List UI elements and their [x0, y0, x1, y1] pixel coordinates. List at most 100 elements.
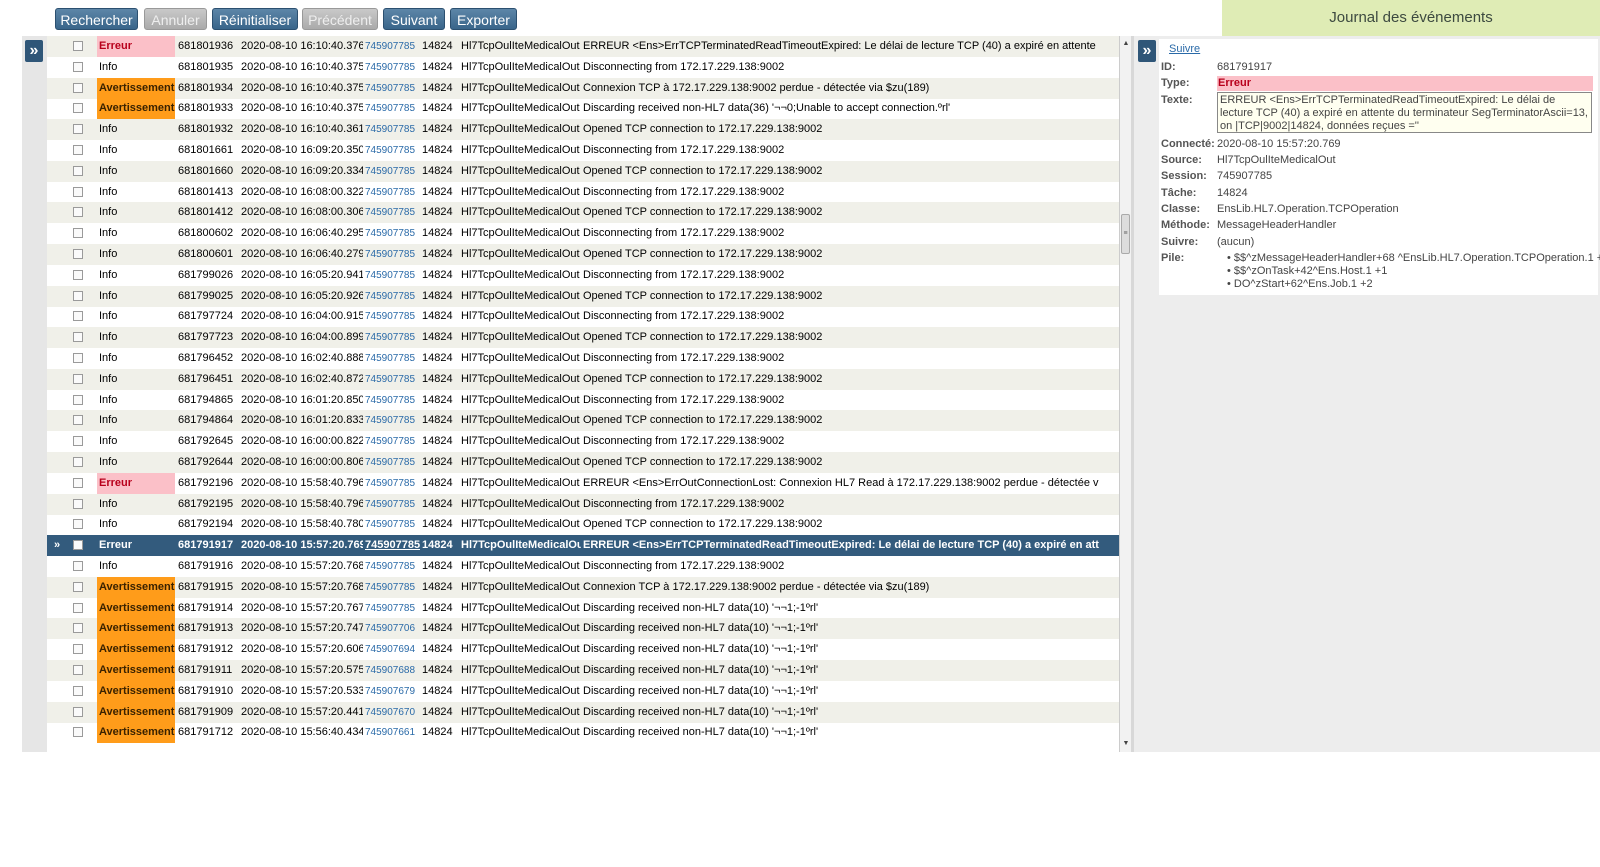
row-checkbox[interactable] [73, 311, 83, 321]
row-checkbox-cell[interactable] [67, 140, 97, 161]
row-checkbox-cell[interactable] [67, 702, 97, 723]
row-checkbox-cell[interactable] [67, 57, 97, 78]
row-checkbox-cell[interactable] [67, 473, 97, 494]
row-checkbox-cell[interactable] [67, 390, 97, 411]
row-session-link[interactable]: 745907785 [365, 390, 420, 411]
row-session-link[interactable]: 745907785 [365, 598, 420, 619]
row-session-link[interactable]: 745907785 [365, 556, 420, 577]
row-checkbox[interactable] [73, 727, 83, 737]
row-checkbox[interactable] [73, 540, 83, 550]
row-checkbox-cell[interactable] [67, 639, 97, 660]
row-checkbox[interactable] [73, 499, 83, 509]
table-row[interactable]: Info 681801935 2020-08-10 16:10:40.375 7459… [47, 57, 1119, 78]
row-checkbox-cell[interactable] [67, 306, 97, 327]
row-session-link[interactable]: 745907706 [365, 618, 420, 639]
row-checkbox-cell[interactable] [67, 182, 97, 203]
row-session-link[interactable]: 745907785 [365, 140, 420, 161]
row-checkbox-cell[interactable] [67, 556, 97, 577]
table-row[interactable]: Info 681791916 2020-08-10 15:57:20.768 7459… [47, 556, 1119, 577]
row-checkbox[interactable] [73, 291, 83, 301]
row-session-link[interactable]: 745907785 [365, 306, 420, 327]
row-checkbox-cell[interactable] [67, 722, 97, 743]
search-button[interactable]: Rechercher [55, 8, 138, 30]
row-checkbox[interactable] [73, 124, 83, 134]
row-checkbox-cell[interactable] [67, 410, 97, 431]
row-checkbox[interactable] [73, 332, 83, 342]
table-row[interactable]: Info 681796451 2020-08-10 16:02:40.872 7459… [47, 369, 1119, 390]
row-session-link[interactable]: 745907785 [365, 265, 420, 286]
row-session-link[interactable]: 745907785 [365, 78, 420, 99]
row-session-link[interactable]: 745907785 [365, 431, 420, 452]
row-checkbox[interactable] [73, 145, 83, 155]
table-row[interactable]: Info 681801412 2020-08-10 16:08:00.306 7459… [47, 202, 1119, 223]
row-checkbox[interactable] [73, 207, 83, 217]
row-checkbox[interactable] [73, 603, 83, 613]
table-row[interactable]: Info 681800602 2020-08-10 16:06:40.295 7459… [47, 223, 1119, 244]
row-checkbox[interactable] [73, 436, 83, 446]
table-row[interactable]: Avertissement 681791913 2020-08-10 15:57:2… [47, 618, 1119, 639]
row-checkbox-cell[interactable] [67, 78, 97, 99]
row-session-link[interactable]: 745907679 [365, 681, 420, 702]
row-checkbox-cell[interactable] [67, 98, 97, 119]
table-row[interactable]: Info 681801932 2020-08-10 16:10:40.361 7459… [47, 119, 1119, 140]
row-session-link[interactable]: 745907688 [365, 660, 420, 681]
row-checkbox[interactable] [73, 561, 83, 571]
table-row[interactable]: Info 681801660 2020-08-10 16:09:20.334 7459… [47, 161, 1119, 182]
table-row[interactable]: Avertissement 681801933 2020-08-10 16:10:4… [47, 98, 1119, 119]
table-row[interactable]: Erreur 681801936 2020-08-10 16:10:40.376 74… [47, 36, 1119, 57]
row-session-link[interactable]: 745907785 [365, 473, 420, 494]
row-session-link[interactable]: 745907785 [365, 327, 420, 348]
next-button[interactable]: Suivant [383, 8, 445, 30]
row-session-link[interactable]: 745907785 [365, 161, 420, 182]
row-checkbox-cell[interactable] [67, 535, 97, 556]
row-checkbox[interactable] [73, 665, 83, 675]
row-session-link[interactable]: 745907785 [365, 410, 420, 431]
table-row[interactable]: Info 681792645 2020-08-10 16:00:00.822 7459… [47, 431, 1119, 452]
row-checkbox[interactable] [73, 166, 83, 176]
table-row[interactable]: Info 681801413 2020-08-10 16:08:00.322 7459… [47, 182, 1119, 203]
row-session-link[interactable]: 745907785 [365, 223, 420, 244]
table-row-selected[interactable]: » Erreur 681791917 2020-08-10 15:57:20.769 7… [47, 535, 1119, 556]
follow-link[interactable]: Suivre [1169, 43, 1200, 55]
row-checkbox[interactable] [73, 686, 83, 696]
table-row[interactable]: Avertissement 681791914 2020-08-10 15:57:2… [47, 598, 1119, 619]
table-row[interactable]: Info 681796452 2020-08-10 16:02:40.888 7459… [47, 348, 1119, 369]
row-checkbox-cell[interactable] [67, 161, 97, 182]
row-checkbox[interactable] [73, 374, 83, 384]
row-checkbox[interactable] [73, 707, 83, 717]
table-row[interactable]: Info 681799026 2020-08-10 16:05:20.941 7459… [47, 265, 1119, 286]
table-row[interactable]: Info 681792644 2020-08-10 16:00:00.806 7459… [47, 452, 1119, 473]
row-session-link[interactable]: 745907785 [365, 535, 420, 556]
row-checkbox-cell[interactable] [67, 514, 97, 535]
row-checkbox[interactable] [73, 395, 83, 405]
row-checkbox-cell[interactable] [67, 577, 97, 598]
table-row[interactable]: Info 681800601 2020-08-10 16:06:40.279 7459… [47, 244, 1119, 265]
row-checkbox-cell[interactable] [67, 494, 97, 515]
row-checkbox[interactable] [73, 582, 83, 592]
row-checkbox-cell[interactable] [67, 36, 97, 57]
row-checkbox-cell[interactable] [67, 286, 97, 307]
table-row[interactable]: Info 681799025 2020-08-10 16:05:20.926 7459… [47, 286, 1119, 307]
row-checkbox[interactable] [73, 457, 83, 467]
row-session-link[interactable]: 745907785 [365, 244, 420, 265]
row-session-link[interactable]: 745907785 [365, 494, 420, 515]
table-row[interactable]: Info 681797724 2020-08-10 16:04:00.915 7459… [47, 306, 1119, 327]
row-session-link[interactable]: 745907785 [365, 119, 420, 140]
row-session-link[interactable]: 745907694 [365, 639, 420, 660]
scroll-thumb[interactable]: ≡ [1121, 214, 1130, 254]
table-row[interactable]: Erreur 681792196 2020-08-10 15:58:40.796 74… [47, 473, 1119, 494]
row-checkbox-cell[interactable] [67, 119, 97, 140]
row-session-link[interactable]: 745907785 [365, 286, 420, 307]
row-session-link[interactable]: 745907785 [365, 452, 420, 473]
row-checkbox[interactable] [73, 83, 83, 93]
row-session-link[interactable]: 745907785 [365, 36, 420, 57]
row-checkbox[interactable] [73, 623, 83, 633]
previous-button[interactable]: Précédent [302, 8, 378, 30]
row-session-link[interactable]: 745907785 [365, 348, 420, 369]
row-checkbox-cell[interactable] [67, 327, 97, 348]
row-session-link[interactable]: 745907670 [365, 702, 420, 723]
row-checkbox[interactable] [73, 519, 83, 529]
row-checkbox[interactable] [73, 103, 83, 113]
row-session-link[interactable]: 745907785 [365, 202, 420, 223]
row-checkbox[interactable] [73, 270, 83, 280]
